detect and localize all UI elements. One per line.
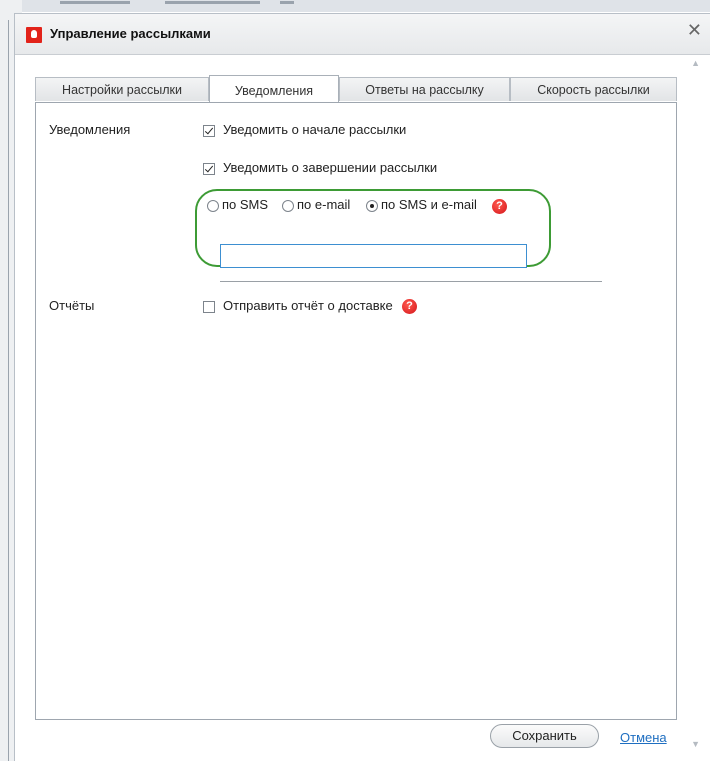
- notify-end-checkbox[interactable]: [203, 163, 215, 175]
- dialog-title: Управление рассылками: [50, 26, 211, 41]
- radio-email-label: по e-mail: [297, 197, 351, 212]
- scroll-down-arrow-icon[interactable]: ▼: [691, 739, 700, 749]
- notify-end-label: Уведомить о завершении рассылки: [223, 160, 438, 175]
- background-mark: [60, 1, 130, 4]
- tab-mailing-settings[interactable]: Настройки рассылки: [35, 77, 209, 101]
- background-frame-line: [8, 20, 9, 761]
- background-mark: [165, 1, 260, 4]
- tab-bar: Настройки рассылки Уведомления Ответы на…: [35, 75, 677, 103]
- delivery-report-label: Отправить отчёт о доставке: [223, 298, 393, 313]
- close-icon[interactable]: ✕: [687, 20, 702, 40]
- tab-mailing-speed[interactable]: Скорость рассылки: [510, 77, 677, 101]
- help-question-icon[interactable]: ?: [492, 199, 507, 214]
- notifications-panel: Уведомления Уведомить о начале рассылки …: [35, 102, 677, 720]
- mailing-management-dialog: Управление рассылками ✕ ▲ ▼ Настройки ра…: [14, 13, 710, 761]
- scroll-up-arrow-icon[interactable]: ▲: [691, 58, 700, 68]
- notify-start-checkbox[interactable]: [203, 125, 215, 137]
- radio-sms-and-email-label: по SMS и e-mail: [381, 197, 477, 212]
- radio-sms[interactable]: [207, 200, 219, 212]
- help-question-icon[interactable]: ?: [402, 299, 417, 314]
- radio-sms-and-email[interactable]: [366, 200, 378, 212]
- radio-sms-label: по SMS: [222, 197, 269, 212]
- cancel-link[interactable]: Отмена: [620, 730, 667, 745]
- dialog-titlebar: Управление рассылками ✕: [15, 14, 710, 55]
- tab-notifications[interactable]: Уведомления: [209, 75, 339, 103]
- radio-email[interactable]: [282, 200, 294, 212]
- background-window-strip: [0, 0, 710, 12]
- contact-input[interactable]: [220, 244, 527, 268]
- background-mark: [280, 1, 294, 4]
- notify-start-label: Уведомить о начале рассылки: [223, 122, 407, 137]
- vodafone-logo-icon: [26, 27, 42, 43]
- reports-section-label: Отчёты: [49, 298, 95, 313]
- tab-mailing-replies[interactable]: Ответы на рассылку: [339, 77, 510, 101]
- notifications-section-label: Уведомления: [49, 122, 131, 137]
- delivery-report-checkbox[interactable]: [203, 301, 215, 313]
- section-divider: [220, 281, 602, 282]
- save-button[interactable]: Сохранить: [490, 724, 599, 748]
